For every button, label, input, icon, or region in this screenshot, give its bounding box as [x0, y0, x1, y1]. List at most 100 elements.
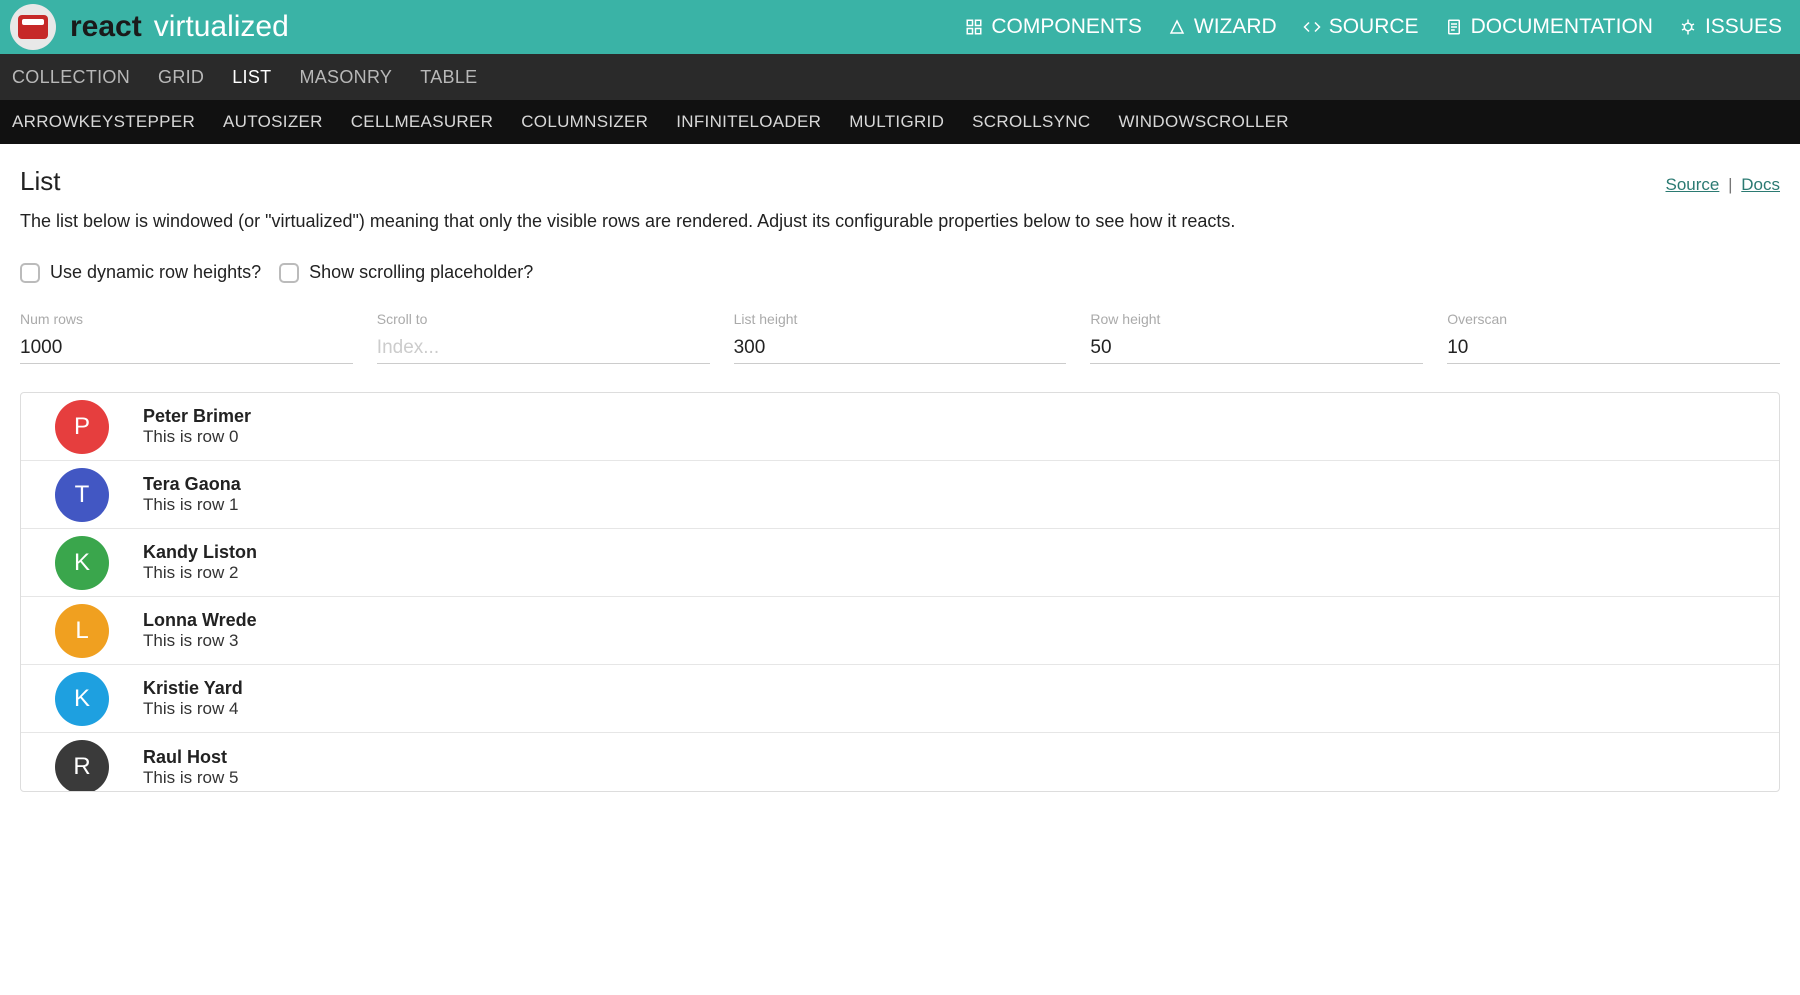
input-label: List height	[734, 311, 1067, 327]
title-links: Source | Docs	[1666, 175, 1781, 195]
header-nav: COMPONENTS WIZARD SOURCE DOCUMENTATION ISSUE…	[965, 15, 1790, 39]
row-name: Kandy Liston	[143, 542, 257, 563]
overscan-group: Overscan	[1447, 311, 1780, 364]
list-item[interactable]: K Kristie YardThis is row 4	[21, 665, 1779, 733]
avatar: K	[55, 536, 109, 590]
description: The list below is windowed (or "virtuali…	[20, 211, 1780, 232]
avatar: T	[55, 468, 109, 522]
row-name: Raul Host	[143, 747, 238, 768]
scroll-to-input[interactable]	[377, 333, 710, 364]
header-nav-source[interactable]: SOURCE	[1303, 15, 1419, 39]
row-text: Raul HostThis is row 5	[143, 747, 238, 788]
header-nav-label: SOURCE	[1329, 15, 1419, 39]
avatar: K	[55, 672, 109, 726]
content: List Source | Docs The list below is win…	[0, 144, 1800, 814]
grid-icon	[965, 18, 983, 36]
list-item[interactable]: K Kandy ListonThis is row 2	[21, 529, 1779, 597]
input-label: Row height	[1090, 311, 1423, 327]
triangle-icon	[1168, 18, 1186, 36]
header-nav-label: WIZARD	[1194, 15, 1277, 39]
row-sub: This is row 1	[143, 495, 241, 515]
source-link[interactable]: Source	[1666, 175, 1720, 194]
header-nav-wizard[interactable]: WIZARD	[1168, 15, 1277, 39]
header-left: react virtualized	[10, 4, 289, 50]
subnav-primary: COLLECTION GRID LIST MASONRY TABLE	[0, 54, 1800, 100]
brand-react: react	[70, 10, 142, 44]
header-nav-components[interactable]: COMPONENTS	[965, 15, 1142, 39]
tab-multigrid[interactable]: MULTIGRID	[849, 112, 944, 132]
overscan-input[interactable]	[1447, 333, 1780, 364]
list-item[interactable]: L Lonna WredeThis is row 3	[21, 597, 1779, 665]
tab-table[interactable]: TABLE	[420, 67, 477, 88]
header-nav-label: ISSUES	[1705, 15, 1782, 39]
list-item[interactable]: R Raul HostThis is row 5	[21, 733, 1779, 791]
row-name: Kristie Yard	[143, 678, 243, 699]
avatar: P	[55, 400, 109, 454]
header-nav-label: DOCUMENTATION	[1471, 15, 1653, 39]
tab-autosizer[interactable]: AUTOSIZER	[223, 112, 323, 132]
input-label: Overscan	[1447, 311, 1780, 327]
brand: react virtualized	[70, 10, 289, 44]
checkbox-box-icon	[279, 263, 299, 283]
row-sub: This is row 2	[143, 563, 257, 583]
tab-collection[interactable]: COLLECTION	[12, 67, 130, 88]
tab-windowscroller[interactable]: WINDOWSCROLLER	[1118, 112, 1288, 132]
header-nav-documentation[interactable]: DOCUMENTATION	[1445, 15, 1653, 39]
brand-virtualized: virtualized	[154, 10, 289, 44]
subnav-secondary: ARROWKEYSTEPPER AUTOSIZER CELLMEASURER COLU…	[0, 100, 1800, 144]
scroll-to-group: Scroll to	[377, 311, 710, 364]
list-item[interactable]: P Peter BrimerThis is row 0	[21, 393, 1779, 461]
tab-list[interactable]: LIST	[232, 67, 271, 88]
row-height-input[interactable]	[1090, 333, 1423, 364]
row-text: Kandy ListonThis is row 2	[143, 542, 257, 583]
list-item[interactable]: T Tera GaonaThis is row 1	[21, 461, 1779, 529]
code-icon	[1303, 18, 1321, 36]
row-text: Tera GaonaThis is row 1	[143, 474, 241, 515]
row-sub: This is row 4	[143, 699, 243, 719]
logo[interactable]	[10, 4, 56, 50]
checkbox-row: Use dynamic row heights? Show scrolling …	[20, 262, 1780, 283]
tab-columnsizer[interactable]: COLUMNSIZER	[521, 112, 648, 132]
title-row: List Source | Docs	[20, 166, 1780, 197]
row-text: Peter BrimerThis is row 0	[143, 406, 251, 447]
dynamic-row-heights-checkbox[interactable]: Use dynamic row heights?	[20, 262, 261, 283]
docs-link[interactable]: Docs	[1741, 175, 1780, 194]
tab-masonry[interactable]: MASONRY	[299, 67, 392, 88]
inputs-row: Num rows Scroll to List height Row heigh…	[20, 311, 1780, 364]
list-height-input[interactable]	[734, 333, 1067, 364]
tab-arrowkeystepper[interactable]: ARROWKEYSTEPPER	[12, 112, 195, 132]
avatar: R	[55, 740, 109, 792]
row-sub: This is row 3	[143, 631, 257, 651]
row-sub: This is row 0	[143, 427, 251, 447]
num-rows-input[interactable]	[20, 333, 353, 364]
avatar: L	[55, 604, 109, 658]
row-name: Tera Gaona	[143, 474, 241, 495]
bug-icon	[1679, 18, 1697, 36]
doc-icon	[1445, 18, 1463, 36]
header-nav-label: COMPONENTS	[991, 15, 1142, 39]
list-height-group: List height	[734, 311, 1067, 364]
tab-cellmeasurer[interactable]: CELLMEASURER	[351, 112, 493, 132]
page-title: List	[20, 166, 60, 197]
input-label: Num rows	[20, 311, 353, 327]
row-height-group: Row height	[1090, 311, 1423, 364]
checkbox-box-icon	[20, 263, 40, 283]
link-separator: |	[1728, 175, 1732, 194]
logo-icon	[18, 15, 48, 39]
show-scrolling-placeholder-checkbox[interactable]: Show scrolling placeholder?	[279, 262, 533, 283]
row-name: Peter Brimer	[143, 406, 251, 427]
row-text: Kristie YardThis is row 4	[143, 678, 243, 719]
num-rows-group: Num rows	[20, 311, 353, 364]
header: react virtualized COMPONENTS WIZARD SOURCE…	[0, 0, 1800, 54]
row-name: Lonna Wrede	[143, 610, 257, 631]
list-container[interactable]: PPeter BrimerThis is row 0TTera GaonaThi…	[20, 392, 1780, 792]
row-sub: This is row 5	[143, 768, 238, 788]
checkbox-label: Use dynamic row heights?	[50, 262, 261, 283]
input-label: Scroll to	[377, 311, 710, 327]
checkbox-label: Show scrolling placeholder?	[309, 262, 533, 283]
tab-grid[interactable]: GRID	[158, 67, 204, 88]
header-nav-issues[interactable]: ISSUES	[1679, 15, 1782, 39]
row-text: Lonna WredeThis is row 3	[143, 610, 257, 651]
tab-infiniteloader[interactable]: INFINITELOADER	[676, 112, 821, 132]
tab-scrollsync[interactable]: SCROLLSYNC	[972, 112, 1090, 132]
